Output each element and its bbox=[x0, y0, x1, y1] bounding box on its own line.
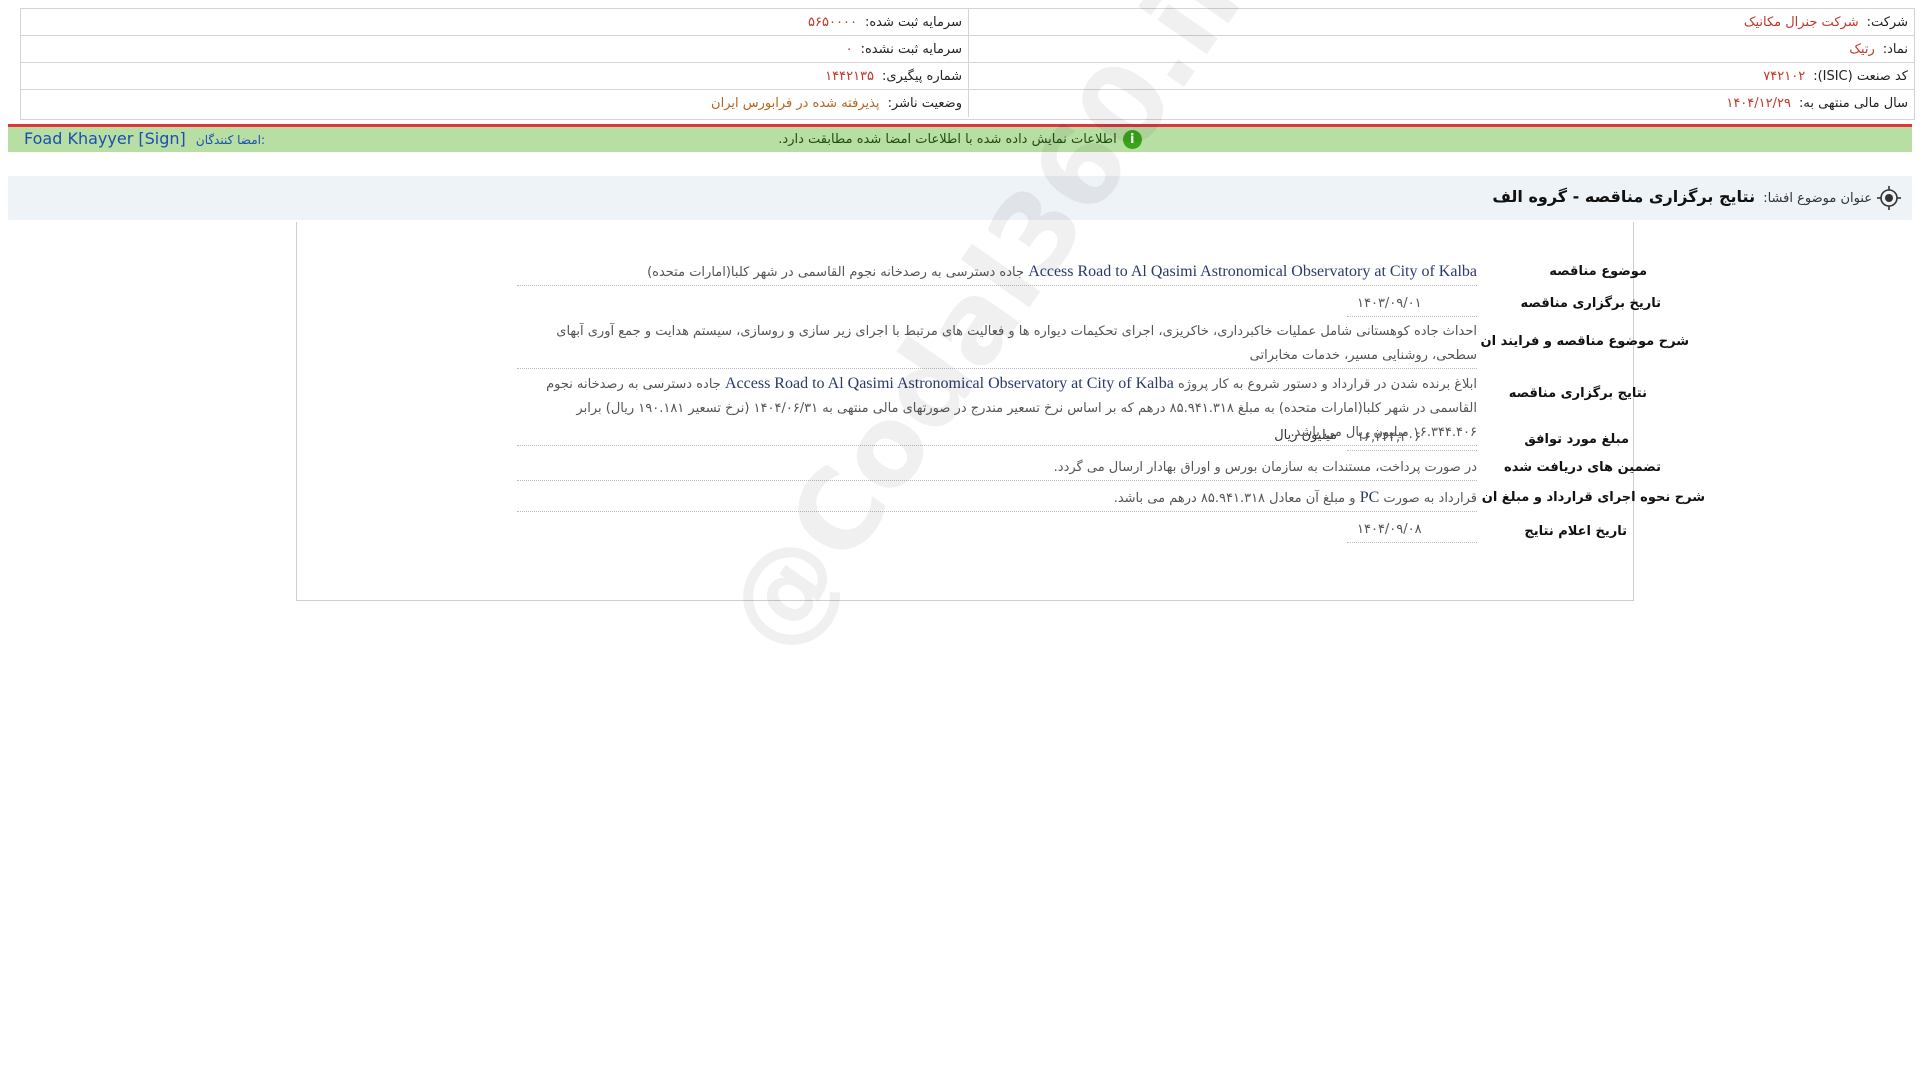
tender-date-label: تاریخ برگزاری مناقصه bbox=[1520, 296, 1661, 311]
verification-message: i اطلاعات نمایش داده شده با اطلاعات امضا … bbox=[8, 130, 1912, 149]
contract-execution-pc: PC bbox=[1359, 489, 1380, 506]
disclosure-title-label: عنوان موضوع افشا: bbox=[1763, 191, 1872, 206]
info-icon: i bbox=[1122, 130, 1142, 149]
isic-cell: کد صنعت (ISIC): ۷۴۲۱۰۲ bbox=[968, 63, 1914, 90]
tender-subject-label: موضوع مناقصه bbox=[1549, 264, 1647, 279]
agreed-amount-row: مبلغ مورد توافق ۱۶,۳۴۴,۴۰۶ میلیون ریال bbox=[437, 426, 1629, 452]
agreed-amount-label: مبلغ مورد توافق bbox=[1524, 432, 1629, 447]
signers-label: امضا کنندگان: bbox=[195, 133, 265, 147]
contract-execution-value: قرارداد به صورت PC و مبلغ آن معادل ۸۵.۹۴… bbox=[517, 486, 1477, 512]
results-announce-date-label: تاریخ اعلام نتایج bbox=[1524, 524, 1627, 539]
tender-subject-row: موضوع مناقصه Access Road to Al Qasimi As… bbox=[437, 260, 1647, 286]
tender-subject-fa: جاده دسترسی به رصدخانه نجوم القاسمی در ش… bbox=[647, 265, 1025, 280]
fiscal-year-value: ۱۴۰۴/۱۲/۲۹ bbox=[1726, 96, 1791, 111]
company-value[interactable]: شرکت جنرال مکانیک bbox=[1744, 15, 1859, 30]
tender-date-value: ۱۴۰۳/۰۹/۰۱ bbox=[1347, 292, 1477, 317]
unregistered-capital-label: سرمایه ثبت نشده: bbox=[860, 41, 962, 57]
fiscal-year-label: سال مالی منتهی به: bbox=[1798, 96, 1908, 111]
tender-description-label: شرح موضوع مناقصه و فرایند ان bbox=[1480, 334, 1690, 349]
results-announce-date-row: تاریخ اعلام نتایج ۱۴۰۴/۰۹/۰۸ bbox=[437, 518, 1627, 544]
registered-capital-label: سرمایه ثبت شده: bbox=[864, 14, 962, 30]
guarantees-label: تضمین های دریافت شده bbox=[1504, 460, 1661, 475]
verification-text: اطلاعات نمایش داده شده با اطلاعات امضا ش… bbox=[778, 132, 1117, 147]
tender-results-pre: ابلاغ برنده شدن در قرارداد و دستور شروع … bbox=[1177, 377, 1477, 392]
contract-execution-row: شرح نحوه اجرای قرارداد و مبلغ ان قرارداد… bbox=[437, 486, 1705, 512]
registered-capital-value: ۵۶۵۰۰۰۰ bbox=[808, 14, 857, 30]
disclosure-title-text: نتایج برگزاری مناقصه - گروه الف bbox=[1492, 187, 1756, 206]
agreed-amount-unit: میلیون ریال bbox=[1274, 428, 1337, 443]
unregistered-capital-value: ۰ bbox=[845, 41, 853, 57]
target-icon bbox=[1877, 186, 1901, 210]
isic-label: کد صنعت (ISIC): bbox=[1813, 68, 1908, 84]
tracking-number-label: شماره پیگیری: bbox=[882, 68, 962, 84]
signature-verification-bar: i اطلاعات نمایش داده شده با اطلاعات امضا … bbox=[8, 124, 1912, 152]
signer-name-link[interactable]: Foad Khayyer [Sign] bbox=[24, 129, 186, 148]
tender-description-row: شرح موضوع مناقصه و فرایند ان احداث جاده … bbox=[437, 320, 1689, 370]
fiscal-year-cell: سال مالی منتهی به: ۱۴۰۴/۱۲/۲۹ bbox=[968, 90, 1914, 117]
tender-date-row: تاریخ برگزاری مناقصه ۱۴۰۳/۰۹/۰۱ bbox=[437, 292, 1661, 318]
guarantees-row: تضمین های دریافت شده در صورت پرداخت، مست… bbox=[437, 456, 1661, 482]
isic-value: ۷۴۲۱۰۲ bbox=[1763, 68, 1806, 84]
symbol-value[interactable]: رتیک bbox=[1849, 42, 1874, 57]
registered-capital-cell: سرمایه ثبت شده: ۵۶۵۰۰۰۰ bbox=[21, 9, 968, 36]
disclosure-title-strip: عنوان موضوع افشا: نتایج برگزاری مناقصه -… bbox=[8, 176, 1912, 220]
company-label: شرکت: bbox=[1866, 14, 1908, 30]
publisher-status-cell: وضعیت ناشر: پذیرفته شده در فرابورس ایران bbox=[21, 90, 968, 117]
tender-results-en: Access Road to Al Qasimi Astronomical Ob… bbox=[724, 375, 1174, 392]
contract-execution-pre: قرارداد به صورت bbox=[1383, 491, 1477, 506]
publisher-status-label: وضعیت ناشر: bbox=[887, 96, 962, 111]
agreed-amount-value: ۱۶,۳۴۴,۴۰۶ bbox=[1347, 426, 1477, 451]
contract-execution-label: شرح نحوه اجرای قرارداد و مبلغ ان bbox=[1481, 490, 1705, 505]
disclosure-title: عنوان موضوع افشا: نتایج برگزاری مناقصه -… bbox=[1492, 187, 1872, 206]
tender-subject-value: Access Road to Al Qasimi Astronomical Ob… bbox=[517, 260, 1477, 286]
symbol-label: نماد: bbox=[1882, 41, 1908, 57]
symbol-cell: نماد: رتیک bbox=[968, 36, 1914, 63]
tender-subject-en: Access Road to Al Qasimi Astronomical Ob… bbox=[1028, 263, 1477, 280]
tender-description-value: احداث جاده کوهستانی شامل عملیات خاکبردار… bbox=[517, 320, 1477, 369]
tracking-number-value: ۱۴۴۲۱۳۵ bbox=[825, 68, 875, 84]
unregistered-capital-cell: سرمایه ثبت نشده: ۰ bbox=[21, 36, 968, 63]
contract-execution-post: و مبلغ آن معادل ۸۵.۹۴۱.۳۱۸ درهم می باشد. bbox=[1113, 491, 1356, 506]
company-info-table: شرکت: شرکت جنرال مکانیک سرمایه ثبت شده: … bbox=[20, 8, 1915, 120]
guarantees-value: در صورت پرداخت، مستندات به سازمان بورس و… bbox=[517, 456, 1477, 481]
company-cell: شرکت: شرکت جنرال مکانیک bbox=[968, 9, 1914, 36]
publisher-status-value: پذیرفته شده در فرابورس ایران bbox=[711, 96, 880, 111]
tender-results-row: نتایج برگزاری مناقصه ابلاغ برنده شدن در … bbox=[437, 372, 1647, 446]
tracking-number-cell: شماره پیگیری: ۱۴۴۲۱۳۵ bbox=[21, 63, 968, 90]
signers: Foad Khayyer [Sign] امضا کنندگان: bbox=[24, 129, 265, 148]
results-announce-date-value: ۱۴۰۴/۰۹/۰۸ bbox=[1347, 518, 1477, 543]
tender-results-label: نتایج برگزاری مناقصه bbox=[1508, 386, 1647, 401]
tender-details-box: موضوع مناقصه Access Road to Al Qasimi As… bbox=[296, 222, 1705, 601]
